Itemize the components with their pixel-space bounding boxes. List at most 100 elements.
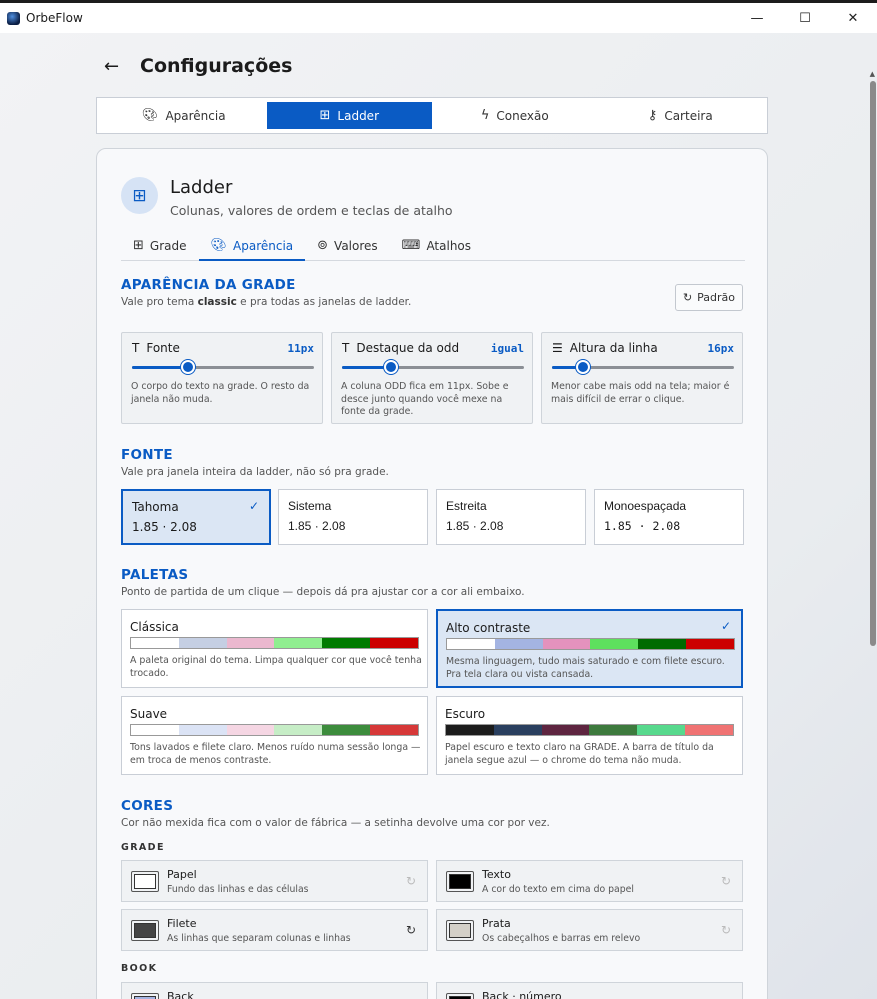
font-heading: FONTE [121, 447, 173, 463]
palette-color-2 [226, 725, 275, 735]
color-row-papel[interactable]: Papel Fundo das linhas e das células ↻ [121, 860, 428, 902]
tab-conexao[interactable]: ϟ Conexão [432, 102, 598, 129]
scrollbar-thumb[interactable] [870, 81, 876, 646]
row-height-icon: ☰ [552, 341, 563, 355]
font-option-estreita[interactable]: Estreita 1.85 · 2.08 [436, 489, 586, 545]
palette-color-3 [589, 725, 638, 735]
palette-swatches [130, 637, 419, 649]
palettes-heading: PALETAS [121, 567, 189, 583]
font-option-monoespacada[interactable]: Monoespaçada 1.85 · 2.08 [594, 489, 744, 545]
color-swatch-fill [449, 874, 471, 889]
text-size-icon: T [132, 341, 140, 355]
slider-thumb[interactable] [181, 360, 196, 374]
palette-color-4 [637, 725, 686, 735]
palette-color-3 [274, 638, 323, 648]
slider-track[interactable] [132, 360, 314, 374]
section-subtitle: Colunas, valores de ordem e teclas de at… [170, 203, 453, 218]
page-header: ← Configurações [104, 55, 292, 77]
font-option-tahoma[interactable]: Tahoma 1.85 · 2.08 ✓ [121, 489, 271, 545]
scrollbar[interactable]: ▲ [868, 33, 877, 999]
color-row-prata[interactable]: Prata Os cabeçalhos e barras em relevo ↻ [436, 909, 743, 951]
reset-color-icon[interactable]: ↻ [406, 923, 416, 937]
palette-icon: 🎨︎ [210, 238, 228, 253]
grid-appearance-heading: APARÊNCIA DA GRADE [121, 277, 296, 293]
tab-ladder[interactable]: ⊞ Ladder [266, 102, 432, 129]
tab-carteira[interactable]: ⚷ Carteira [598, 102, 764, 129]
back-arrow-icon[interactable]: ← [104, 56, 128, 77]
palette-color-2 [541, 725, 590, 735]
palette-color-1 [494, 639, 543, 649]
palette-color-4 [322, 725, 371, 735]
grid-icon: ⊞ [319, 108, 331, 123]
palettes-desc: Ponto de partida de um clique — depois d… [121, 586, 525, 598]
color-row-texto[interactable]: Texto A cor do texto em cima do papel ↻ [436, 860, 743, 902]
text-size-icon: T [342, 341, 350, 355]
app-logo-icon [7, 11, 20, 25]
settings-card: ⊞ Ladder Colunas, valores de ordem e tec… [96, 148, 768, 999]
color-swatch[interactable] [131, 871, 159, 892]
grid-icon: ⊞ [121, 177, 158, 214]
color-swatch[interactable] [446, 920, 474, 941]
colors-heading: CORES [121, 798, 174, 814]
palette-escuro[interactable]: Escuro Papel escuro e texto claro na GRA… [436, 696, 743, 775]
slider-help: A coluna ODD fica em 11px. Sobe e desce … [341, 381, 509, 417]
color-swatch[interactable] [446, 871, 474, 892]
key-icon: ⚷ [647, 108, 658, 123]
color-swatch-fill [449, 923, 471, 938]
palette-icon: 🎨︎ [141, 108, 159, 123]
minimize-button[interactable]: — [733, 3, 781, 33]
color-swatch[interactable] [446, 993, 474, 999]
slider-card-altura-linha: ☰ Altura da linha 16px Menor cabe mais od… [541, 332, 743, 424]
reset-color-icon[interactable]: ↻ [406, 874, 416, 888]
color-swatch[interactable] [131, 993, 159, 999]
slider-track[interactable] [552, 360, 734, 374]
group-label-book: BOOK [121, 963, 158, 974]
grid-appearance-desc: Vale pro tema classic e pra todas as jan… [121, 296, 412, 308]
subtab-aparencia[interactable]: 🎨︎ Aparência [198, 235, 306, 261]
colors-desc: Cor não mexida fica com o valor de fábri… [121, 817, 550, 829]
palette-swatches [446, 638, 735, 650]
bolt-icon: ϟ [480, 108, 490, 123]
subtab-grade[interactable]: ⊞ Grade [121, 235, 199, 261]
palette-alto-contraste[interactable]: Alto contraste ✓ Mesma linguagem, tudo m… [436, 609, 743, 688]
grid-icon: ⊞ [133, 238, 144, 253]
page-title: Configurações [140, 55, 293, 77]
color-row-filete[interactable]: Filete As linhas que separam colunas e l… [121, 909, 428, 951]
check-icon: ✓ [720, 619, 731, 633]
palette-color-3 [590, 639, 639, 649]
color-swatch[interactable] [131, 920, 159, 941]
subtab-valores[interactable]: ⊚ Valores [305, 235, 390, 261]
palette-suave[interactable]: Suave Tons lavados e filete claro. Menos… [121, 696, 428, 775]
group-label-grade: GRADE [121, 842, 165, 853]
close-button[interactable]: ✕ [829, 3, 877, 33]
color-row-back[interactable]: Back ↻ [121, 982, 428, 999]
coins-icon: ⊚ [317, 238, 329, 253]
color-row-back-numero[interactable]: Back · número ↻ [436, 982, 743, 999]
reset-default-button[interactable]: ↻ Padrão [675, 284, 743, 311]
keyboard-icon: ⌨ [401, 238, 421, 253]
palette-color-5 [685, 725, 733, 735]
slider-thumb[interactable] [384, 360, 399, 374]
font-option-sistema[interactable]: Sistema 1.85 · 2.08 [278, 489, 428, 545]
palette-color-2 [226, 638, 275, 648]
slider-help: Menor cabe mais odd na tela; maior é mai… [551, 381, 730, 405]
slider-thumb[interactable] [575, 360, 590, 374]
reset-color-icon[interactable]: ↻ [721, 923, 731, 937]
slider-value: igual [490, 342, 524, 355]
scroll-up-icon[interactable]: ▲ [870, 70, 875, 78]
palette-color-1 [178, 638, 227, 648]
slider-help: O corpo do texto na grade. O resto da ja… [131, 381, 310, 405]
reset-icon: ↻ [682, 291, 693, 304]
window-title: OrbeFlow [26, 11, 83, 25]
main-tabs: 🎨︎ Aparência ⊞ Ladder ϟ Conexão ⚷ Cartei… [96, 97, 768, 134]
palette-color-0 [446, 725, 494, 735]
subtab-atalhos[interactable]: ⌨ Atalhos [390, 235, 483, 261]
palette-color-4 [638, 639, 687, 649]
tab-aparencia[interactable]: 🎨︎ Aparência [101, 102, 267, 129]
reset-color-icon[interactable]: ↻ [721, 874, 731, 888]
slider-card-fonte: T Fonte 11px O corpo do texto na grade. O… [121, 332, 323, 424]
slider-track[interactable] [342, 360, 524, 374]
palette-color-1 [493, 725, 542, 735]
palette-classica[interactable]: Clássica A paleta original do tema. Limp… [121, 609, 428, 688]
maximize-button[interactable]: ☐ [781, 3, 829, 33]
